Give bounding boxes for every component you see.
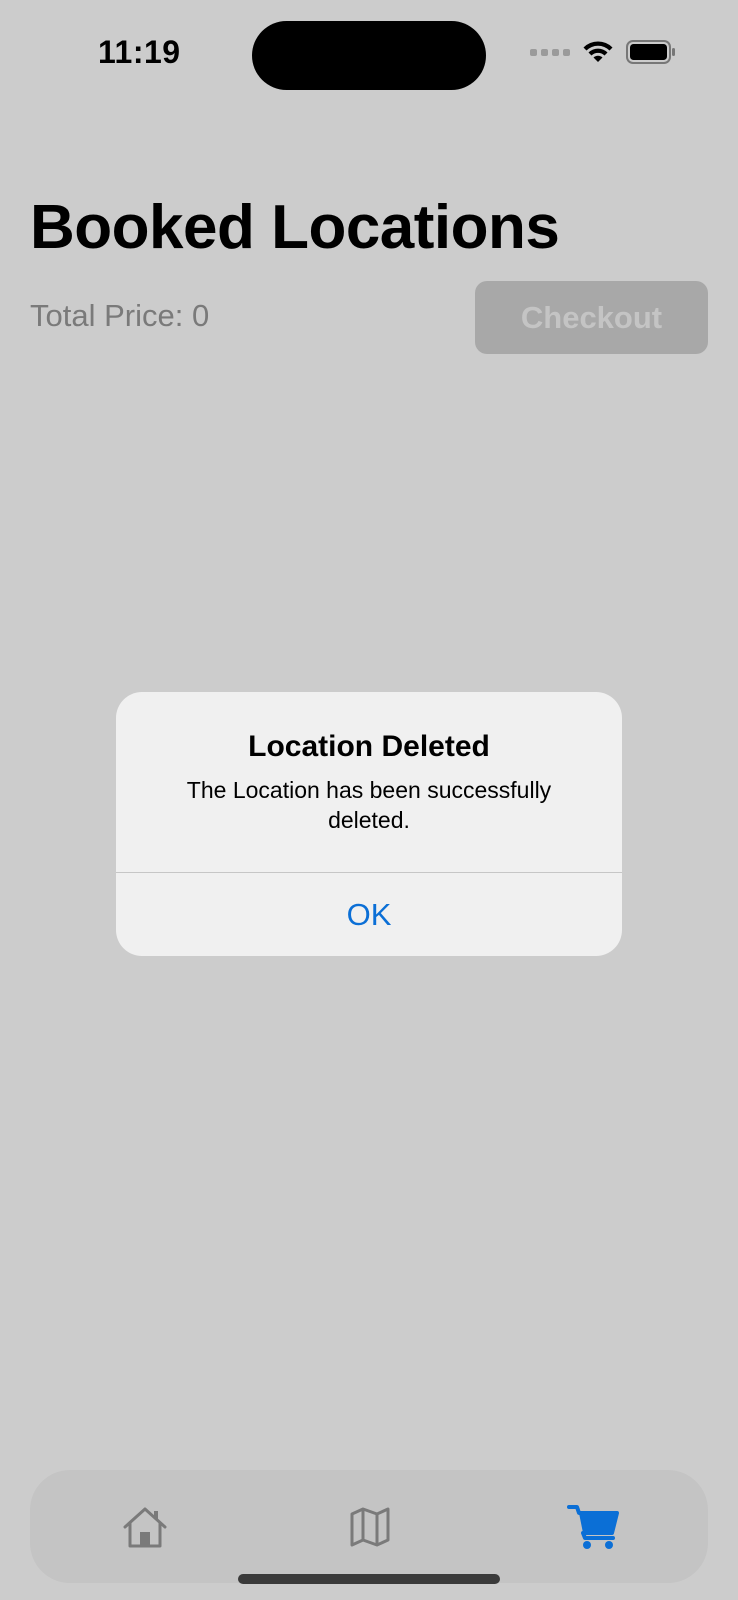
dynamic-island — [252, 21, 486, 90]
alert-ok-button[interactable]: OK — [116, 873, 622, 956]
cart-icon — [567, 1504, 619, 1549]
alert-dialog: Location Deleted The Location has been s… — [116, 692, 622, 956]
status-time: 11:19 — [98, 34, 181, 70]
battery-icon — [626, 40, 675, 64]
checkout-button[interactable]: Checkout — [475, 281, 708, 354]
home-indicator — [238, 1574, 500, 1584]
cellular-signal-icon — [530, 48, 570, 56]
map-icon — [350, 1507, 390, 1546]
alert-title: Location Deleted — [248, 730, 490, 763]
page-title: Booked Locations — [30, 193, 560, 262]
alert-message: The Location has been successfully delet… — [186, 777, 552, 833]
house-icon — [123, 1507, 167, 1547]
tab-home[interactable] — [85, 1470, 205, 1583]
tab-cart[interactable] — [534, 1470, 654, 1583]
tab-bar — [30, 1470, 708, 1583]
wifi-icon — [583, 41, 613, 62]
status-icons — [530, 40, 676, 64]
screen: 11:19 Booked Locations Total Price: 0 Ch… — [0, 0, 738, 1600]
total-price-label: Total Price: 0 — [30, 298, 210, 333]
tab-map[interactable] — [310, 1470, 430, 1583]
